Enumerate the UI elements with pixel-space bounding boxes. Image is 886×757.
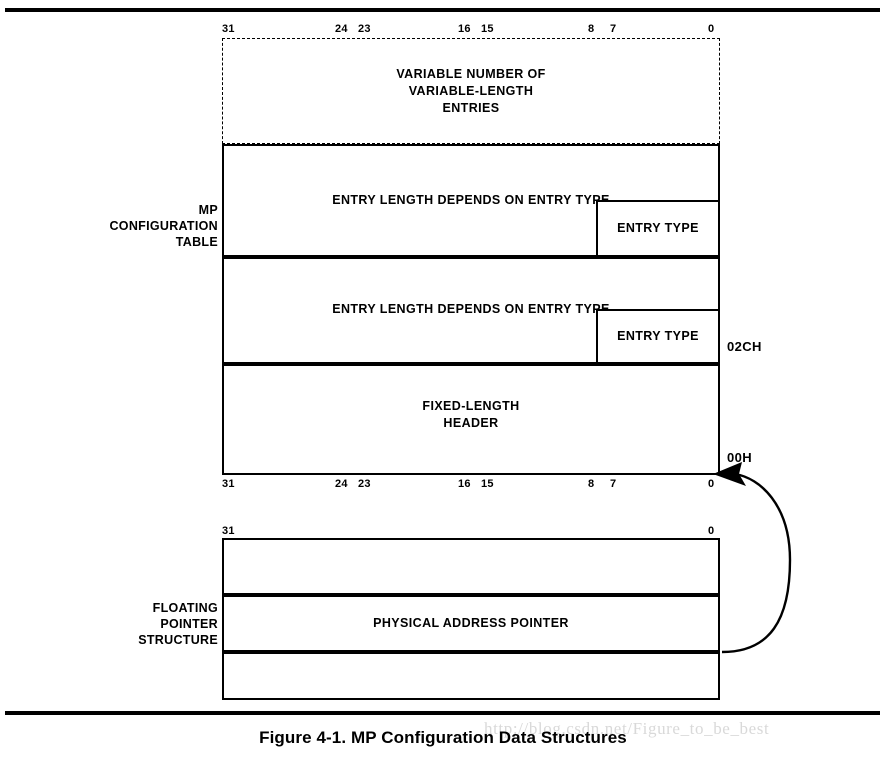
- page-rule-bottom: [5, 711, 880, 715]
- entry-row-2-type-text: ENTRY TYPE: [617, 329, 699, 343]
- variable-entries-text: VARIABLE NUMBER OF VARIABLE-LENGTH ENTRI…: [396, 67, 546, 115]
- bit-label-31: 31: [222, 23, 235, 35]
- bit-label-bottom-16: 16: [458, 478, 471, 490]
- fixed-length-header-text: FIXED-LENGTH HEADER: [422, 399, 520, 430]
- entry-row-1-type-text: ENTRY TYPE: [617, 221, 699, 235]
- bit-scale-mp-bottom: 31 24 23 16 15 8 7 0: [0, 477, 886, 491]
- bit-label-bottom-23: 23: [358, 478, 371, 490]
- bit-label-7: 7: [610, 23, 617, 35]
- fps-bit-label-0: 0: [708, 525, 715, 537]
- bit-scale-fps: 31 0: [0, 524, 886, 538]
- bit-label-0: 0: [708, 23, 715, 35]
- bit-label-bottom-7: 7: [610, 478, 617, 490]
- address-label-02ch: 02CH: [727, 339, 762, 354]
- mp-configuration-table-label: MP CONFIGURATION TABLE: [109, 203, 218, 249]
- bit-label-8: 8: [588, 23, 595, 35]
- bit-label-bottom-15: 15: [481, 478, 494, 490]
- bit-label-15: 15: [481, 23, 494, 35]
- bit-label-bottom-31: 31: [222, 478, 235, 490]
- fps-row-2-text: PHYSICAL ADDRESS POINTER: [373, 616, 569, 630]
- figure-caption: Figure 4-1. MP Configuration Data Struct…: [259, 728, 627, 747]
- bit-label-23: 23: [358, 23, 371, 35]
- bit-scale-top: 31 24 23 16 15 8 7 0: [0, 22, 886, 36]
- page-rule-top: [5, 8, 880, 12]
- bit-label-bottom-0: 0: [708, 478, 715, 490]
- address-label-00h: 00H: [727, 450, 753, 465]
- bit-label-bottom-24: 24: [335, 478, 348, 490]
- fps-bit-label-31: 31: [222, 525, 235, 537]
- fps-row-1-box: [222, 538, 720, 595]
- floating-pointer-structure-label: FLOATING POINTER STRUCTURE: [138, 601, 218, 647]
- fps-row-3-box: [222, 652, 720, 700]
- pointer-arrow-curve: [721, 472, 792, 654]
- bit-label-24: 24: [335, 23, 348, 35]
- bit-label-16: 16: [458, 23, 471, 35]
- bit-label-bottom-8: 8: [588, 478, 595, 490]
